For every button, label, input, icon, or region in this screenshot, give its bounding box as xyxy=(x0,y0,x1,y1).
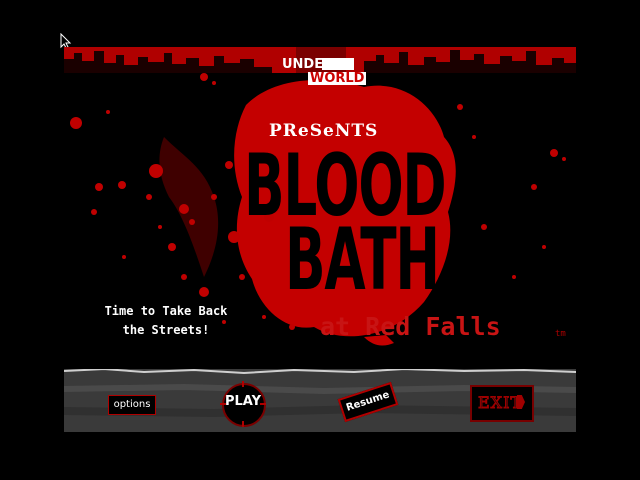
tagline: Time to Take Back the Streets! xyxy=(104,304,228,337)
game-title-line-2: BATH xyxy=(285,210,440,310)
underworld-logo: UNDER WORLD xyxy=(282,57,367,87)
exit-arrow-icon xyxy=(517,395,525,409)
exit-button[interactable]: EXIT xyxy=(470,385,534,422)
options-button[interactable]: options xyxy=(108,395,156,415)
trademark-symbol: tm xyxy=(555,329,566,339)
exit-label: EXIT xyxy=(477,393,523,413)
game-subtitle: at Red Falls xyxy=(320,312,501,341)
play-button[interactable]: PLAY xyxy=(220,394,266,409)
logo-line-2: WORLD xyxy=(308,71,367,86)
game-title-screen: UNDER WORLD PReSeNTS BLOOD BATH at Red F… xyxy=(64,47,576,432)
